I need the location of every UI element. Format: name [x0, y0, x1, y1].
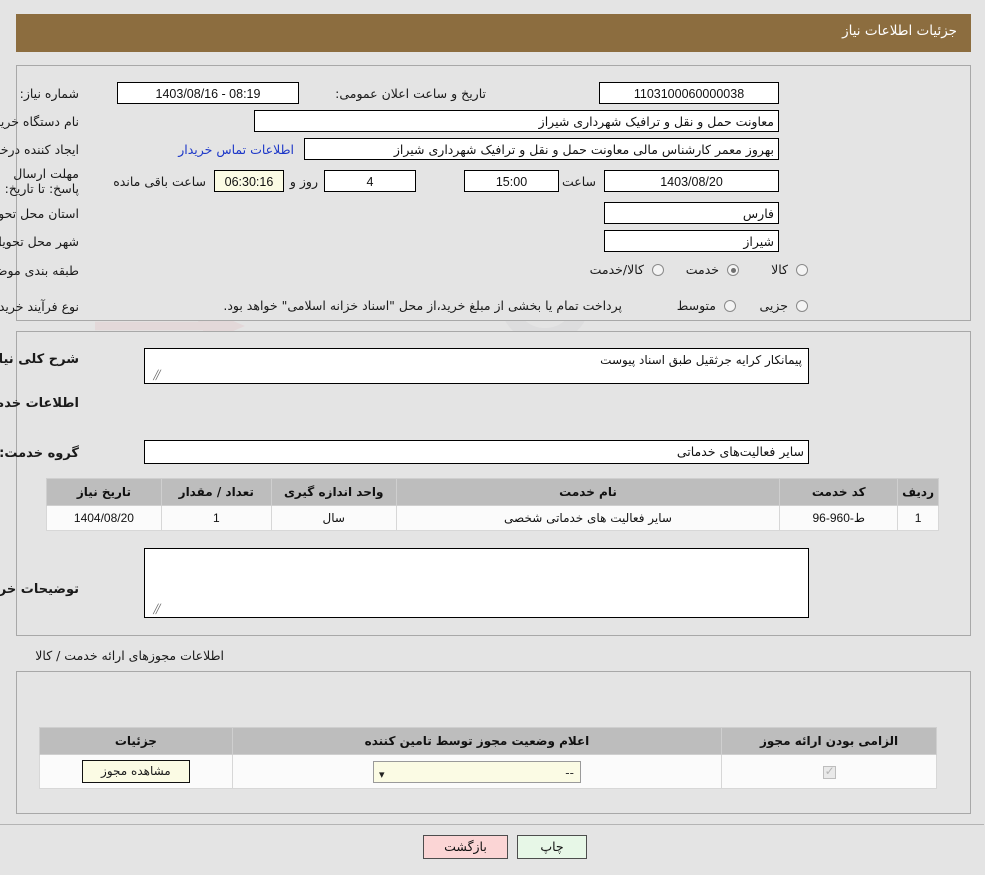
permit-status-select[interactable]: ▾ --: [373, 760, 582, 783]
deadline-label: مهلت ارسال پاسخ: تا تاریخ:: [5, 166, 80, 196]
cell-permit-status: ▾ --: [232, 754, 724, 789]
radio-category-kala[interactable]: [797, 264, 809, 276]
requester-value: بهروز معمر کارشناس مالی معاونت حمل و نقل…: [305, 138, 780, 160]
general-desc-value: پیمانکار کرایه جرثقیل طبق اسناد پیوست: [601, 353, 803, 367]
col-unit: واحد اندازه گیری: [271, 478, 398, 506]
radio-process-motavaset-label: متوسط: [677, 298, 717, 313]
permit-required-checkbox: [823, 764, 837, 779]
chevron-down-icon: ▾: [379, 767, 386, 781]
permit-status-value: --: [566, 765, 575, 780]
table-header-row: ردیف کد خدمت نام خدمت واحد اندازه گیری ت…: [47, 478, 940, 506]
service-group-value: سایر فعالیت‌های خدماتی: [145, 440, 810, 464]
radio-category-kala-khedmat-label: کالا/خدمت: [590, 262, 645, 277]
general-desc-label: شرح کلی نیاز:: [0, 352, 80, 367]
col-permit-status: اعلام وضعیت مجوز توسط تامین کننده: [232, 727, 724, 755]
buyer-notes-label: توضیحات خریدار:: [0, 582, 80, 597]
col-row: ردیف: [898, 478, 940, 506]
print-button[interactable]: چاپ: [518, 835, 588, 859]
footer-divider: [0, 824, 985, 825]
requester-label: ایجاد کننده درخواست:: [0, 142, 80, 157]
deadline-date-value: 1403/08/20: [605, 170, 780, 192]
payment-note: پرداخت تمام یا بخشی از مبلغ خرید،از محل …: [224, 298, 623, 313]
services-info-title: اطلاعات خدمات مورد نیاز: [0, 396, 80, 411]
services-table: ردیف کد خدمت نام خدمت واحد اندازه گیری ت…: [47, 478, 940, 531]
province-label: استان محل تحویل:: [0, 206, 80, 221]
col-name: نام خدمت: [396, 478, 782, 506]
cell-permit-details: مشاهده مجوز: [40, 754, 234, 789]
general-desc-field[interactable]: پیمانکار کرایه جرثقیل طبق اسناد پیوست: [145, 348, 810, 384]
public-announce-value: 1403/08/16 - 08:19: [118, 82, 300, 104]
hour-label: ساعت: [562, 174, 597, 189]
time-remaining-value: 06:30:16: [215, 170, 285, 192]
buyer-notes-field[interactable]: [145, 548, 810, 618]
view-permit-button[interactable]: مشاهده مجوز: [83, 760, 191, 783]
need-number-label: شماره نیاز:: [20, 86, 80, 101]
resize-grip-icon-2[interactable]: [149, 605, 159, 615]
permits-row: ▾ -- مشاهده مجوز: [40, 754, 938, 789]
buyer-org-value: معاونت حمل و نقل و ترافیک شهرداری شیراز: [255, 110, 780, 132]
buyer-org-label: نام دستگاه خریدار:: [0, 114, 80, 129]
resize-grip-icon[interactable]: [149, 371, 159, 381]
cell-code: ط-960-96: [780, 505, 900, 531]
city-value: شیراز: [605, 230, 780, 252]
cell-name: سایر فعالیت های خدماتی شخصی: [396, 505, 782, 531]
permits-section-title: اطلاعات مجوزهای ارائه خدمت / کالا: [36, 648, 225, 663]
radio-process-motavaset[interactable]: [725, 300, 737, 312]
city-label: شهر محل تحویل:: [0, 234, 80, 249]
col-permit-details: جزئیات: [40, 727, 234, 755]
radio-category-kala-khedmat[interactable]: [653, 264, 665, 276]
cell-row: 1: [898, 505, 940, 531]
service-group-label: گروه خدمت:: [0, 446, 80, 461]
remaining-label: ساعت باقی مانده: [114, 174, 207, 189]
radio-category-khedmat[interactable]: [728, 264, 740, 276]
province-value: فارس: [605, 202, 780, 224]
cell-quantity: 1: [161, 505, 273, 531]
page-title: جزئیات اطلاعات نیاز: [843, 23, 958, 39]
page-title-bar: جزئیات اطلاعات نیاز: [17, 14, 972, 52]
col-quantity: تعداد / مقدار: [161, 478, 273, 506]
col-permit-required: الزامی بودن ارائه مجوز: [722, 727, 938, 755]
buyer-contact-link[interactable]: اطلاعات تماس خریدار: [179, 142, 295, 157]
radio-process-jozi[interactable]: [797, 300, 809, 312]
days-remaining-value: 4: [325, 170, 417, 192]
cell-permit-required: [722, 754, 938, 789]
cell-unit: سال: [271, 505, 398, 531]
page-root: AriaTender.net جزئیات اطلاعات نیاز شماره…: [0, 0, 985, 875]
radio-process-jozi-label: جزیی: [760, 298, 789, 313]
category-label: طبقه بندی موضوعی:: [0, 263, 80, 278]
table-row: 1 ط-960-96 سایر فعالیت های خدماتی شخصی س…: [47, 505, 940, 531]
process-label: نوع فرآیند خرید :: [0, 299, 80, 314]
deadline-time-value: 15:00: [465, 170, 560, 192]
permits-header-row: الزامی بودن ارائه مجوز اعلام وضعیت مجوز …: [40, 727, 938, 755]
radio-category-khedmat-label: خدمت: [686, 262, 720, 277]
need-number-value: 1103100060000038: [600, 82, 780, 104]
public-announce-label: تاریخ و ساعت اعلان عمومی:: [336, 86, 487, 101]
col-code: کد خدمت: [780, 478, 900, 506]
back-button[interactable]: بازگشت: [424, 835, 509, 859]
permits-table: الزامی بودن ارائه مجوز اعلام وضعیت مجوز …: [40, 727, 938, 789]
radio-category-kala-label: کالا: [772, 262, 789, 277]
col-date: تاریخ نیاز: [47, 478, 163, 506]
days-label: روز و: [290, 174, 319, 189]
cell-date: 1404/08/20: [47, 505, 163, 531]
